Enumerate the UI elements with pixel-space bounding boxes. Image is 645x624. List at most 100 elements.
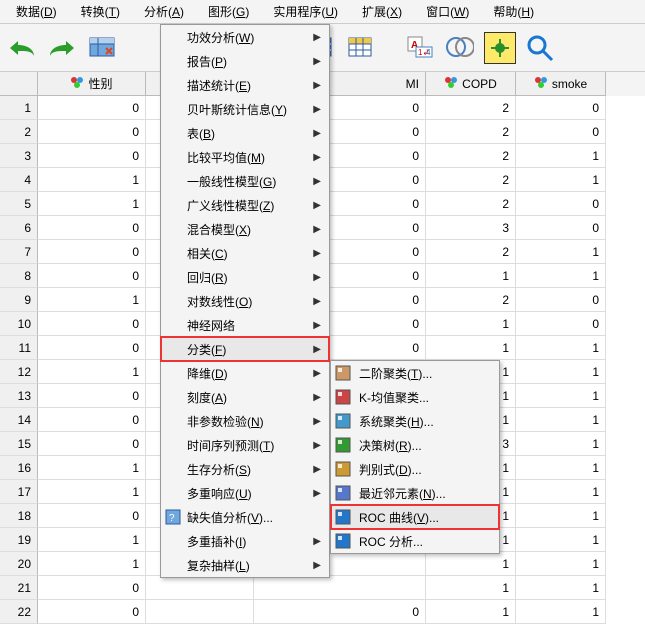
menu-item[interactable]: 分类(F)▶ [161, 337, 329, 361]
menu-item[interactable]: 报告(P)▶ [161, 49, 329, 73]
menubar-item-utilities[interactable]: 实用程序(U) [261, 0, 350, 23]
menu-item[interactable]: 生存分析(S)▶ [161, 457, 329, 481]
cell[interactable]: 2 [426, 192, 516, 216]
menu-item[interactable]: 回归(R)▶ [161, 265, 329, 289]
cell[interactable] [146, 600, 254, 624]
cell[interactable]: 1 [516, 432, 606, 456]
row-number[interactable]: 11 [0, 336, 38, 360]
submenu-item[interactable]: 系统聚类(H)... [331, 409, 499, 433]
search-icon[interactable] [524, 32, 556, 64]
cell[interactable]: 2 [426, 240, 516, 264]
menu-item[interactable]: 降维(D)▶ [161, 361, 329, 385]
row-number[interactable]: 18 [0, 504, 38, 528]
variable-labels-icon[interactable]: A1↲4 [404, 32, 436, 64]
column-header-smoke[interactable]: smoke [516, 72, 606, 96]
menubar-item-extensions[interactable]: 扩展(X) [350, 0, 414, 23]
use-sets-icon[interactable] [484, 32, 516, 64]
row-number[interactable]: 13 [0, 384, 38, 408]
cell[interactable]: 0 [516, 192, 606, 216]
menu-item[interactable]: 比较平均值(M)▶ [161, 145, 329, 169]
submenu-item[interactable]: K-均值聚类... [331, 385, 499, 409]
cell[interactable]: 0 [38, 432, 146, 456]
row-number[interactable]: 4 [0, 168, 38, 192]
menu-item[interactable]: 贝叶斯统计信息(Y)▶ [161, 97, 329, 121]
submenu-item[interactable]: ROC 曲线(V)... [331, 505, 499, 529]
row-number[interactable]: 21 [0, 576, 38, 600]
column-header-copd[interactable]: COPD [426, 72, 516, 96]
row-number[interactable]: 15 [0, 432, 38, 456]
menu-item[interactable]: 多重响应(U)▶ [161, 481, 329, 505]
redo-icon[interactable] [46, 32, 78, 64]
cell[interactable]: 0 [38, 144, 146, 168]
cell[interactable]: 1 [516, 384, 606, 408]
menu-item[interactable]: 对数线性(O)▶ [161, 289, 329, 313]
cell[interactable]: 1 [38, 552, 146, 576]
select-cases-icon[interactable] [86, 32, 118, 64]
cell[interactable]: 1 [38, 288, 146, 312]
cell[interactable]: 1 [38, 168, 146, 192]
cell[interactable]: 0 [254, 600, 426, 624]
row-number[interactable]: 1 [0, 96, 38, 120]
menu-item[interactable]: 功效分析(W)▶ [161, 25, 329, 49]
cell[interactable]: 1 [516, 168, 606, 192]
column-header-sex[interactable]: 性别 [38, 72, 146, 96]
menu-item[interactable]: 描述统计(E)▶ [161, 73, 329, 97]
submenu-item[interactable]: ROC 分析... [331, 529, 499, 553]
cell[interactable]: 1 [38, 360, 146, 384]
cell[interactable]: 2 [426, 168, 516, 192]
menu-item[interactable]: 相关(C)▶ [161, 241, 329, 265]
cell[interactable]: 0 [38, 336, 146, 360]
cell[interactable]: 1 [516, 240, 606, 264]
menubar-item-window[interactable]: 窗口(W) [414, 0, 481, 23]
cell[interactable]: 1 [516, 456, 606, 480]
submenu-item[interactable]: 最近邻元素(N)... [331, 481, 499, 505]
cell[interactable]: 1 [38, 456, 146, 480]
cell[interactable]: 0 [516, 120, 606, 144]
cell[interactable]: 1 [516, 528, 606, 552]
cell[interactable]: 0 [38, 96, 146, 120]
submenu-item[interactable]: 二阶聚类(T)... [331, 361, 499, 385]
menubar-item-transform[interactable]: 转换(T) [69, 0, 132, 23]
submenu-item[interactable]: 判别式(D)... [331, 457, 499, 481]
cell[interactable]: 1 [426, 552, 516, 576]
menu-item[interactable]: 多重插补(I)▶ [161, 529, 329, 553]
menu-item[interactable]: 广义线性模型(Z)▶ [161, 193, 329, 217]
cell[interactable]: 1 [426, 600, 516, 624]
row-number[interactable]: 19 [0, 528, 38, 552]
cell[interactable]: 2 [426, 120, 516, 144]
cell[interactable]: 1 [516, 408, 606, 432]
row-number[interactable]: 6 [0, 216, 38, 240]
value-labels-icon[interactable] [444, 32, 476, 64]
menubar-item-analyze[interactable]: 分析(A) [132, 0, 196, 23]
cell[interactable]: 2 [426, 144, 516, 168]
row-number[interactable]: 16 [0, 456, 38, 480]
row-number[interactable]: 10 [0, 312, 38, 336]
cell[interactable]: 3 [426, 216, 516, 240]
cell[interactable]: 1 [426, 264, 516, 288]
undo-icon[interactable] [6, 32, 38, 64]
cell[interactable]: 1 [38, 528, 146, 552]
cell[interactable]: 0 [38, 312, 146, 336]
cell[interactable]: 1 [426, 576, 516, 600]
cell[interactable]: 1 [516, 360, 606, 384]
row-number[interactable]: 7 [0, 240, 38, 264]
cell[interactable]: 1 [38, 480, 146, 504]
cell[interactable]: 1 [426, 312, 516, 336]
menubar-item-graphs[interactable]: 图形(G) [196, 0, 261, 23]
menubar-item-data[interactable]: 数据(D) [4, 0, 69, 23]
cell[interactable]: 0 [38, 120, 146, 144]
row-number[interactable]: 14 [0, 408, 38, 432]
cell[interactable]: 0 [38, 264, 146, 288]
cell[interactable]: 0 [38, 408, 146, 432]
cell[interactable]: 1 [516, 480, 606, 504]
menu-item[interactable]: 时间序列预测(T)▶ [161, 433, 329, 457]
row-number[interactable]: 20 [0, 552, 38, 576]
row-number[interactable]: 22 [0, 600, 38, 624]
row-number[interactable]: 12 [0, 360, 38, 384]
row-number[interactable]: 3 [0, 144, 38, 168]
row-number[interactable]: 8 [0, 264, 38, 288]
menu-item[interactable]: ?缺失值分析(V)... [161, 505, 329, 529]
cell[interactable]: 0 [38, 600, 146, 624]
grid2-icon[interactable] [344, 32, 376, 64]
cell[interactable]: 0 [38, 576, 146, 600]
